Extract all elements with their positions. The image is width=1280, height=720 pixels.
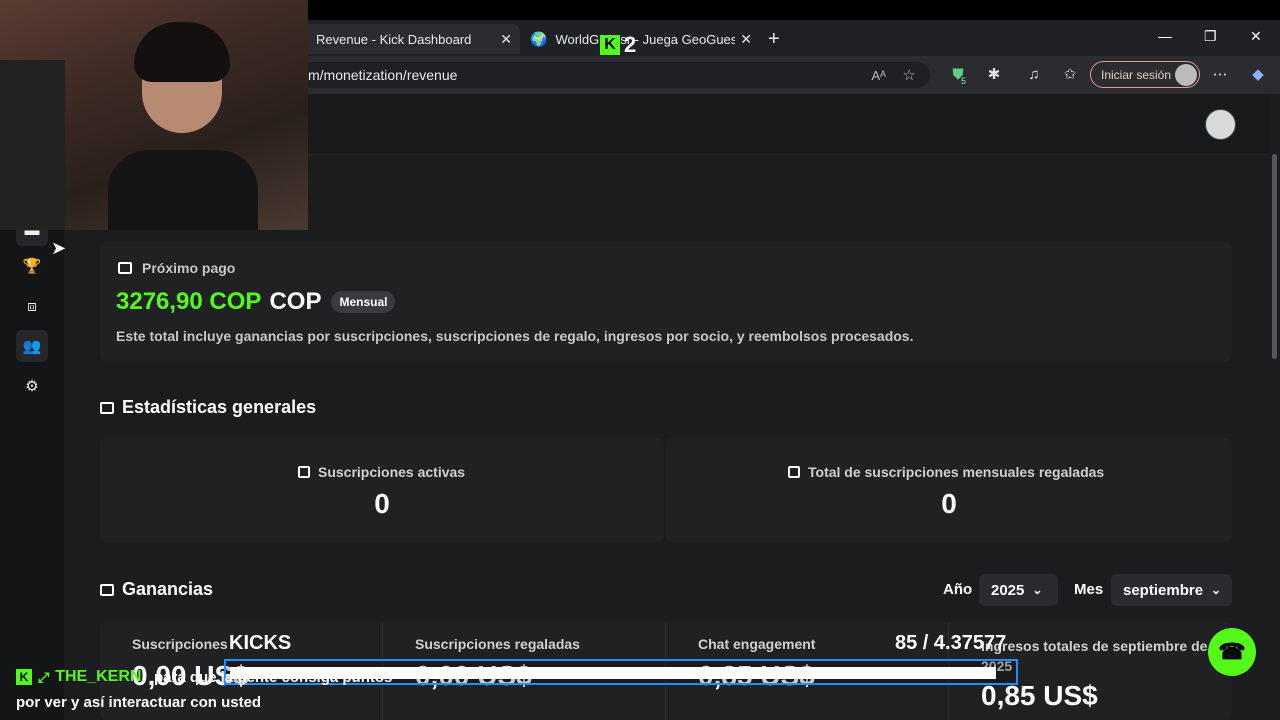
stat-label: Total de suscripciones mensuales regalad… [788, 464, 1104, 480]
window-close-icon[interactable]: ✕ [1250, 28, 1262, 45]
chart-icon [298, 466, 310, 478]
webcam-overlay [0, 0, 308, 230]
earnings-col-label: Chat engagement [698, 636, 816, 652]
webcam-wall [0, 60, 65, 230]
next-payment-header: Próximo pago [118, 260, 235, 276]
earnings-title-text: Ganancias [122, 579, 214, 599]
kick-count-badge: K 2 [600, 32, 636, 58]
extensions-icon[interactable]: ✱ [984, 65, 1004, 85]
earnings-title: Ganancias [100, 579, 213, 600]
frequency-badge: Mensual [331, 291, 396, 313]
sidebar-item-settings[interactable]: ⚙ [16, 370, 48, 402]
trophy-icon: 🏆 [22, 258, 42, 275]
chat-user: K ⤢ THE_KERN [16, 668, 141, 686]
stat-label: Suscripciones activas [298, 464, 465, 480]
tab-revenue[interactable]: Revenue - Kick Dashboard ✕ [300, 24, 520, 54]
chart-icon [788, 466, 800, 478]
year-select[interactable]: 2025 ⌄ [979, 574, 1058, 606]
signin-button[interactable]: Iniciar sesión [1090, 61, 1200, 88]
tab-label: Revenue - Kick Dashboard [316, 31, 472, 47]
year-label: Año [943, 581, 973, 598]
plus-icon: + [768, 27, 780, 50]
year-value: 2025 [991, 581, 1025, 599]
stream-icon: ⧈ [27, 297, 37, 315]
earnings-col-label: Suscripciones regaladas [415, 636, 580, 652]
stat-value: 0 [941, 488, 957, 519]
stat-label-text: Total de suscripciones mensuales regalad… [808, 464, 1105, 480]
stats-title: Estadísticas generales [100, 397, 316, 418]
more-icon[interactable]: ⋯ [1210, 65, 1230, 85]
earnings-icon [100, 583, 114, 596]
month-value: septiembre [1123, 581, 1204, 599]
chevron-down-icon: ⌄ [1211, 583, 1222, 597]
restore-icon[interactable]: ❐ [1204, 28, 1217, 45]
kick-count: 2 [624, 32, 637, 57]
stats-title-text: Estadísticas generales [122, 397, 317, 417]
earnings-col-label: Suscripciones [132, 636, 228, 652]
favorites-icon[interactable]: ✩ [1060, 65, 1080, 85]
url-field[interactable]: m/monetization/revenue Aᴬ ☆ [300, 62, 930, 88]
star-icon[interactable]: ☆ [903, 66, 916, 84]
support-chat-button[interactable]: ☎ [1208, 628, 1256, 676]
month-label: Mes [1074, 581, 1104, 598]
kicks-progress-text: 85 / 4.37577 [895, 632, 1007, 654]
payment-amount-row: 3276,90 COP COP Mensual [116, 288, 396, 316]
close-icon[interactable]: ✕ [740, 31, 752, 48]
read-aloud-icon[interactable]: Aᴬ [871, 68, 886, 83]
headset-icon: ☎ [1218, 639, 1246, 664]
music-icon[interactable]: ♫ [1024, 65, 1044, 85]
users-icon: 👥 [22, 338, 42, 355]
sidebar-item-community[interactable]: 👥 [16, 330, 48, 362]
profile-icon [1175, 64, 1197, 86]
next-payment-card: Próximo pago 3276,90 COP COP Mensual Est… [100, 242, 1232, 361]
scrollbar-thumb[interactable] [1272, 154, 1277, 359]
payment-amount: 3276,90 COP [116, 288, 262, 315]
stat-label-text: Suscripciones activas [318, 464, 466, 480]
payment-currency: COP [269, 288, 322, 315]
tab-label: WorldGuessr - Juega GeoGuessr g [555, 31, 736, 47]
user-avatar[interactable] [1205, 109, 1236, 140]
signin-label: Iniciar sesión [1101, 67, 1172, 82]
kick-logo-icon: K [600, 35, 620, 55]
chevron-down-icon: ⌄ [1032, 583, 1043, 597]
stat-card-gifted-subs: Total de suscripciones mensuales regalad… [666, 438, 1232, 542]
next-payment-label: Próximo pago [142, 260, 236, 276]
month-select[interactable]: septiembre ⌄ [1111, 574, 1232, 606]
payment-description: Este total incluye ganancias por suscrip… [116, 328, 914, 344]
sidebar-item-achievements[interactable]: 🏆 [16, 250, 48, 282]
sidebar-item-stream[interactable]: ⧈ [16, 290, 48, 322]
minimize-icon[interactable]: — [1158, 28, 1172, 44]
stat-value: 0 [374, 488, 390, 519]
chat-message-line1: para que la gente consiga puntos [154, 669, 393, 686]
globe-icon: 🌍 [530, 30, 548, 47]
verified-icon: ⤢ [38, 668, 50, 685]
webcam-person-body [108, 150, 258, 230]
close-icon[interactable]: ✕ [500, 31, 512, 48]
url-text: m/monetization/revenue [308, 67, 458, 83]
gear-icon: ⚙ [25, 378, 39, 395]
new-tab-button[interactable]: + [768, 24, 792, 54]
chat-message-line2: por ver y así interactuar con usted [16, 694, 262, 711]
chat-username: THE_KERN [55, 668, 142, 685]
extension-badge: 5 [961, 76, 967, 86]
tab-worldguessr[interactable]: 🌍 WorldGuessr - Juega GeoGuessr g ✕ [524, 24, 760, 54]
kick-logo-icon: K [16, 669, 32, 685]
kicks-label: KICKS [229, 632, 292, 654]
webcam-person-hair [134, 22, 230, 82]
copilot-icon[interactable]: ◆ [1248, 65, 1268, 85]
wallet-icon [118, 262, 132, 274]
stats-icon [100, 401, 114, 414]
stat-card-active-subs: Suscripciones activas 0 [100, 438, 664, 542]
page-scrollbar[interactable] [1270, 154, 1280, 720]
